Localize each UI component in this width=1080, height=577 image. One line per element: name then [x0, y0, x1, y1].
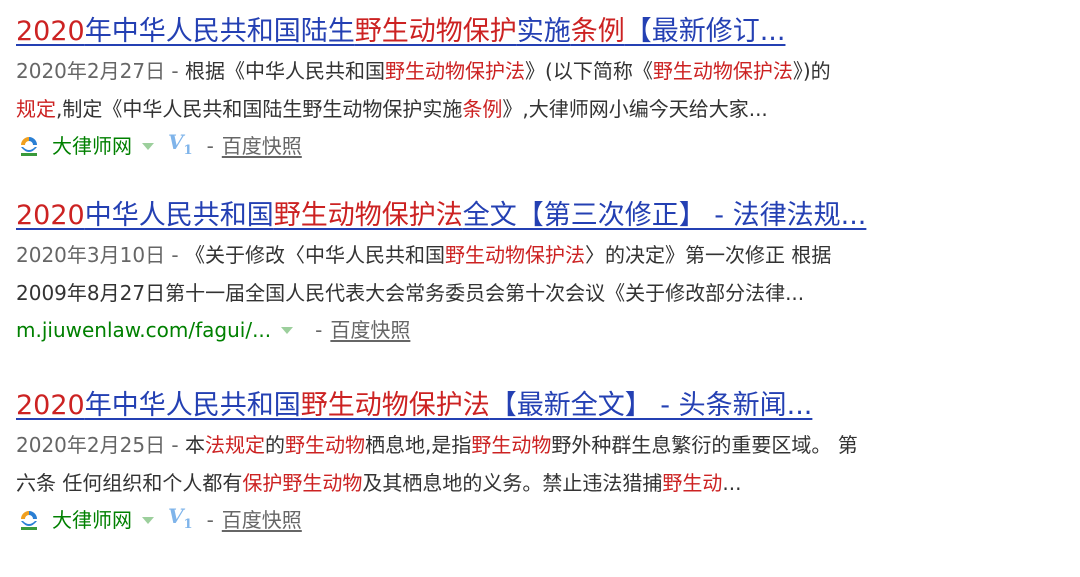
result-title-text: 年中华人民共和国 — [84, 390, 301, 421]
abstract-text: 及其栖息地的义务。禁止违法猎捕 — [362, 471, 663, 495]
baidu-snapshot-link[interactable]: 百度快照 — [222, 502, 302, 538]
abstract-highlight: 野生动物 — [471, 433, 552, 457]
abstract-highlight: 法规定 — [205, 433, 266, 457]
abstract-text: ... — [722, 471, 742, 495]
v-verified-badge-icon[interactable]: V1 — [168, 498, 193, 543]
v-badge-level: 1 — [183, 142, 193, 158]
search-result: 2020年中华人民共和国陆生野生动物保护实施条例【最新修订... 2020年2月2… — [16, 12, 1066, 164]
result-title-text: 实施 — [516, 16, 571, 47]
chevron-down-icon[interactable] — [142, 516, 154, 524]
v-verified-badge-icon[interactable]: V1 — [168, 124, 193, 169]
search-results: 2020年中华人民共和国陆生野生动物保护实施条例【最新修订... 2020年2月2… — [0, 0, 1080, 577]
result-abstract: 2020年3月10日 - 《关于修改〈中华人民共和国野生动物保护法〉的决定》第一… — [16, 236, 1066, 312]
separator: - — [206, 134, 214, 158]
result-date: 2020年2月25日 - — [16, 433, 186, 457]
result-title-highlight: 野生动物保护法 — [300, 390, 490, 421]
abstract-text: 》,大律师网小编今天给大家... — [502, 97, 768, 121]
abstract-highlight: 野生动物保护法 — [652, 59, 793, 83]
baidu-snapshot-link[interactable]: 百度快照 — [222, 128, 302, 164]
abstract-text: 《关于修改〈中华人民共和国 — [185, 243, 446, 267]
abstract-text: 栖息地,是指 — [365, 433, 472, 457]
result-abstract: 2020年2月27日 - 根据《中华人民共和国野生动物保护法》(以下简称《野生动… — [16, 52, 1066, 128]
abstract-highlight: 条例 — [462, 97, 503, 121]
result-date: 2020年3月10日 - — [16, 243, 186, 267]
abstract-highlight: 保护野生动物 — [242, 471, 363, 495]
abstract-line: 2020年2月27日 - 根据《中华人民共和国野生动物保护法》(以下简称《野生动… — [16, 52, 1066, 90]
abstract-text: 2009年8月27日第十一届全国人民代表大会常务委员会第十次会议《关于修改部分法… — [16, 281, 805, 305]
v-badge-letter: V — [168, 503, 184, 528]
search-result: 2020年中华人民共和国野生动物保护法【最新全文】 - 头条新闻... 2020年… — [16, 386, 1066, 538]
dalvshi-logo-icon — [21, 137, 37, 156]
result-title-link[interactable]: 2020中华人民共和国野生动物保护法全文【第三次修正】 - 法律法规... — [16, 196, 1066, 236]
result-date: 2020年2月27日 - — [16, 59, 186, 83]
abstract-highlight: 野生动物保护法 — [445, 243, 586, 267]
abstract-highlight: 野生动 — [662, 471, 723, 495]
search-result: 2020中华人民共和国野生动物保护法全文【第三次修正】 - 法律法规... 202… — [16, 196, 1066, 348]
result-title-text: 中华人民共和国 — [84, 200, 274, 231]
separator: - — [206, 508, 214, 532]
abstract-text: 本 — [185, 433, 206, 457]
abstract-text: 〉的决定》第一次修正 根据 — [585, 243, 832, 267]
result-title-text: 年中华人民共和国陆生 — [84, 16, 355, 47]
result-title-link[interactable]: 2020年中华人民共和国野生动物保护法【最新全文】 - 头条新闻... — [16, 386, 1066, 426]
chevron-down-icon[interactable] — [142, 142, 154, 150]
abstract-highlight: 规定 — [16, 97, 56, 121]
result-title-highlight: 2020 — [16, 390, 85, 421]
abstract-highlight: 野生动物保护法 — [385, 59, 526, 83]
result-title-text: 【最新修订... — [624, 16, 786, 47]
result-title-highlight: 2020 — [16, 16, 85, 47]
site-name-link[interactable]: 大律师网 — [52, 128, 132, 164]
abstract-line: 2009年8月27日第十一届全国人民代表大会常务委员会第十次会议《关于修改部分法… — [16, 274, 1066, 312]
abstract-text: 》)的 — [792, 59, 831, 83]
separator: - — [315, 318, 323, 342]
baidu-snapshot-link[interactable]: 百度快照 — [330, 312, 410, 348]
result-abstract: 2020年2月25日 - 本法规定的野生动物栖息地,是指野生动物野外种群生息繁衍… — [16, 426, 1066, 502]
result-title-highlight: 野生动物保护 — [354, 16, 517, 47]
chevron-down-icon[interactable] — [281, 326, 294, 334]
site-name-link[interactable]: 大律师网 — [52, 502, 132, 538]
abstract-line: 六条 任何组织和个人都有保护野生动物及其栖息地的义务。禁止违法猎捕野生动... — [16, 464, 1066, 502]
result-title-link[interactable]: 2020年中华人民共和国陆生野生动物保护实施条例【最新修订... — [16, 12, 1066, 52]
result-title-highlight: 野生动物保护法 — [273, 200, 463, 231]
result-title-highlight: 条例 — [570, 16, 625, 47]
abstract-line: 2020年2月25日 - 本法规定的野生动物栖息地,是指野生动物野外种群生息繁衍… — [16, 426, 1066, 464]
result-source: 大律师网 V1- 百度快照 — [16, 502, 1066, 538]
abstract-text: 野外种群生息繁衍的重要区域。 第 — [551, 433, 858, 457]
abstract-text: ,制定《中华人民共和国陆生野生动物保护实施 — [56, 97, 463, 121]
abstract-highlight: 野生动物 — [285, 433, 366, 457]
abstract-text: 的 — [265, 433, 286, 457]
result-source: 大律师网 V1- 百度快照 — [16, 128, 1066, 164]
v-badge-level: 1 — [183, 516, 193, 532]
abstract-text: 六条 任何组织和个人都有 — [16, 471, 243, 495]
abstract-line: 规定,制定《中华人民共和国陆生野生动物保护实施条例》,大律师网小编今天给大家..… — [16, 90, 1066, 128]
result-source: m.jiuwenlaw.com/fagui/... - 百度快照 — [16, 312, 1066, 348]
v-badge-letter: V — [168, 129, 184, 154]
result-title-text: 【最新全文】 - 头条新闻... — [489, 390, 813, 421]
result-title-highlight: 2020 — [16, 200, 85, 231]
abstract-text: 根据《中华人民共和国 — [185, 59, 386, 83]
abstract-line: 2020年3月10日 - 《关于修改〈中华人民共和国野生动物保护法〉的决定》第一… — [16, 236, 1066, 274]
abstract-text: 》(以下简称《 — [525, 59, 653, 83]
result-title-text: 全文【第三次修正】 - 法律法规... — [462, 200, 867, 231]
site-url-link[interactable]: m.jiuwenlaw.com/fagui/... — [16, 312, 271, 348]
dalvshi-logo-icon — [21, 511, 37, 530]
